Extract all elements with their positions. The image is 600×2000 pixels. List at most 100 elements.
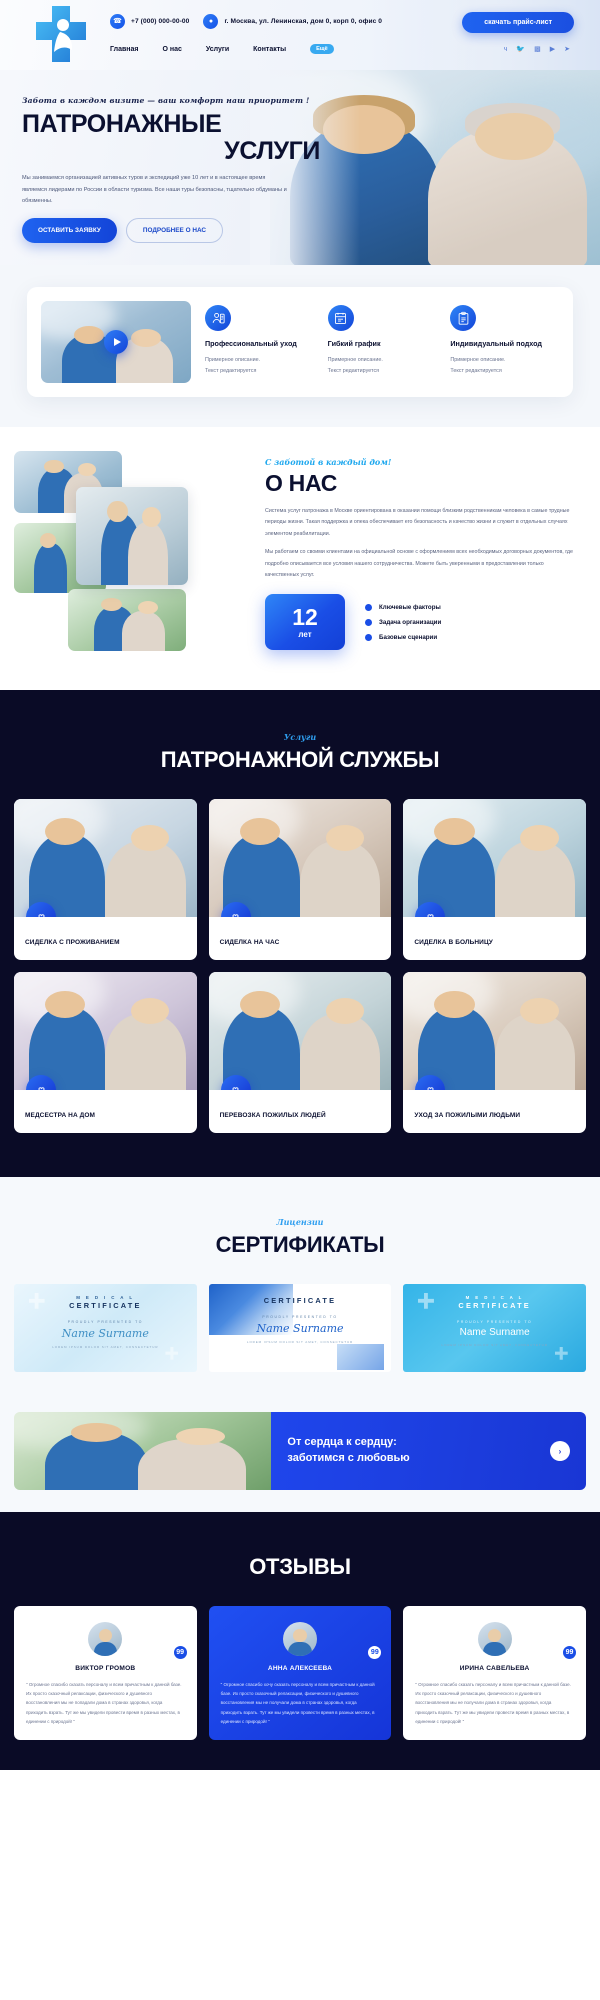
hero-title-line1: ПАТРОНАЖНЫЕ xyxy=(22,110,222,138)
bullet-label: Задача организации xyxy=(379,618,442,626)
certificate-sub: PROUDLY PRESENTED TO xyxy=(262,1315,338,1319)
social-links: ч 🐦 ▩ ▶ ➤ xyxy=(504,46,570,53)
feature-desc-line1: Примерное описание. xyxy=(327,357,383,364)
certificate-item[interactable]: M E D I C A L CERTIFICATE PROUDLY PRESEN… xyxy=(14,1284,197,1372)
nav-item-contacts[interactable]: Контакты xyxy=(253,46,286,53)
certificate-sub: PROUDLY PRESENTED TO xyxy=(457,1320,533,1324)
hero-actions: ОСТАВИТЬ ЗАЯВКУ ПОДРОБНЕЕ О НАС xyxy=(22,218,322,244)
calendar-schedule-icon xyxy=(327,305,354,331)
bullet-dot-icon xyxy=(365,618,372,626)
features-section: Профессиональный уход Примерное описание… xyxy=(0,265,600,427)
service-card-hourly-nurse[interactable]: СИДЕЛКА НА ЧАС xyxy=(208,799,392,960)
list-item: Базовые сценарии xyxy=(365,633,441,641)
review-author: ВИКТОР ГРОМОВ xyxy=(75,1665,136,1672)
play-button-icon[interactable] xyxy=(104,330,128,354)
feature-title: Профессиональный уход xyxy=(205,339,297,348)
cta-title: От сердца к сердцу: заботимся с любовью xyxy=(287,1435,409,1466)
about-paragraph-2: Мы работаем со своими клиентами на офици… xyxy=(265,549,573,578)
certificates-kicker: Лицензии xyxy=(276,1217,324,1227)
landing-page: ☎ +7 (000) 000-00-00 ● г. Москва, ул. Ле… xyxy=(0,0,600,1771)
certificate-kicker: M E D I C A L xyxy=(465,1295,524,1300)
clipboard-checklist-icon xyxy=(450,305,477,331)
chevron-right-icon[interactable]: › xyxy=(550,1441,570,1461)
certificate-item[interactable]: CERTIFICATE PROUDLY PRESENTED TO Name Su… xyxy=(208,1284,392,1372)
twitter-icon[interactable]: 🐦 xyxy=(516,46,525,53)
cta-photo xyxy=(14,1412,272,1490)
service-card-elderly-transport[interactable]: ПЕРЕВОЗКА ПОЖИЛЫХ ЛЮДЕЙ xyxy=(208,972,392,1133)
service-card-live-in-nurse[interactable]: СИДЕЛКА С ПРОЖИВАНИЕМ xyxy=(14,799,197,960)
phone-contact[interactable]: ☎ +7 (000) 000-00-00 xyxy=(110,14,189,29)
service-title: МЕДСЕСТРА НА ДОМ xyxy=(25,1112,96,1119)
site-header: ☎ +7 (000) 000-00-00 ● г. Москва, ул. Ле… xyxy=(0,0,600,70)
services-kicker: Услуги xyxy=(283,732,317,742)
address-text: г. Москва, ул. Ленинская, дом 0, корп 0,… xyxy=(224,18,383,25)
service-card-home-nurse[interactable]: МЕДСЕСТРА НА ДОМ xyxy=(14,972,197,1133)
main-navigation: Главная О нас Услуги Контакты Ещё xyxy=(110,44,334,54)
feature-desc-line1: Примерное описание. xyxy=(450,357,506,364)
cta-title-line2: заботимся с любовью xyxy=(287,1452,410,1464)
about-photo-gallery xyxy=(14,451,249,656)
nav-item-home[interactable]: Главная xyxy=(110,46,138,53)
about-paragraph-1: Система услуг патронажа в Москве ориенти… xyxy=(265,508,570,537)
certificates-grid: M E D I C A L CERTIFICATE PROUDLY PRESEN… xyxy=(14,1284,586,1372)
certificate-item[interactable]: M E D I C A L CERTIFICATE PROUDLY PRESEN… xyxy=(403,1284,586,1372)
certificate-sub: PROUDLY PRESENTED TO xyxy=(67,1320,143,1324)
submit-request-button[interactable]: ОСТАВИТЬ ЗАЯВКУ xyxy=(22,218,117,244)
instagram-icon[interactable]: ▩ xyxy=(534,46,541,53)
map-pin-icon: ● xyxy=(203,14,219,29)
avatar xyxy=(477,1622,512,1656)
feature-title: Индивидуальный подход xyxy=(450,339,542,348)
promo-video[interactable] xyxy=(41,301,191,383)
phone-icon: ☎ xyxy=(110,14,125,29)
certificate-heading: CERTIFICATE xyxy=(69,1301,142,1310)
years-number: 12 xyxy=(292,603,318,630)
service-card-hospital-nurse[interactable]: СИДЕЛКА В БОЛЬНИЦУ xyxy=(403,799,586,960)
telegram-icon[interactable]: ➤ xyxy=(564,46,570,53)
review-text: " Огромное спасибо хочу сказать персонал… xyxy=(220,1682,375,1724)
hero-section: Забота в каждом визите — ваш комфорт наш… xyxy=(0,70,600,265)
vk-icon[interactable]: ч xyxy=(504,46,508,53)
service-card-elderly-care[interactable]: УХОД ЗА ПОЖИЛЫМИ ЛЮДЬМИ xyxy=(403,972,586,1133)
learn-more-button[interactable]: ПОДРОБНЕЕ О НАС xyxy=(125,218,224,244)
medical-cross-logo[interactable] xyxy=(30,4,92,68)
certificate-heading: CERTIFICATE xyxy=(263,1296,337,1305)
page-title: ПАТРОНАЖНЫЕ УСЛУГИ xyxy=(22,111,322,164)
services-grid: СИДЕЛКА С ПРОЖИВАНИЕМ СИДЕЛКА НА ЧАС СИД… xyxy=(14,799,586,1133)
review-text: " Огромное спасибо сказать персоналу и в… xyxy=(26,1682,182,1724)
about-bullet-list: Ключевые факторы Задача организации Базо… xyxy=(365,603,442,641)
quote-icon: 99 xyxy=(368,1646,382,1659)
service-title: СИДЕЛКА В БОЛЬНИЦУ xyxy=(414,939,493,946)
certificate-heading: CERTIFICATE xyxy=(458,1301,531,1310)
quote-icon: 99 xyxy=(173,1646,187,1659)
feature-item-professional-care: Профессиональный уход Примерное описание… xyxy=(205,301,314,377)
service-title: УХОД ЗА ПОЖИЛЫМИ ЛЮДЬМИ xyxy=(414,1112,521,1119)
years-label: лет xyxy=(298,629,312,639)
years-badge: 12 лет xyxy=(265,594,345,651)
feature-desc-line2: Текст редактируется xyxy=(205,368,257,375)
youtube-icon[interactable]: ▶ xyxy=(550,46,555,53)
certificate-name: Name Surname xyxy=(459,1327,530,1338)
review-text: " Огромное спасибо сказать персоналу и в… xyxy=(415,1682,571,1724)
nav-item-about[interactable]: О нас xyxy=(162,46,181,53)
service-title: ПЕРЕВОЗКА ПОЖИЛЫХ ЛЮДЕЙ xyxy=(219,1112,326,1119)
certificates-title: СЕРТИФИКАТЫ xyxy=(215,1232,385,1257)
feature-item-individual-approach: Индивидуальный подход Примерное описание… xyxy=(450,301,559,377)
nav-more-button[interactable]: Ещё xyxy=(310,44,334,54)
about-photo-2 xyxy=(76,487,188,585)
download-price-button[interactable]: скачать прайс-лист xyxy=(462,12,574,33)
certificate-line: LOREM IPSUM DOLOR SIT AMET, CONSECTETUR xyxy=(52,1345,159,1349)
reviews-grid: 99 ВИКТОР ГРОМОВ " Огромное спасибо сказ… xyxy=(14,1606,586,1741)
feature-desc-line2: Текст редактируется xyxy=(327,368,380,375)
feature-desc-line2: Текст редактируется xyxy=(450,368,502,375)
certificate-name: Name Surname xyxy=(256,1322,344,1335)
list-item: Ключевые факторы xyxy=(365,603,441,611)
service-title: СИДЕЛКА С ПРОЖИВАНИЕМ xyxy=(25,939,120,946)
phone-number: +7 (000) 000-00-00 xyxy=(131,18,190,25)
about-photo-4 xyxy=(68,589,186,651)
cta-section: От сердца к сердцу: заботимся с любовью … xyxy=(0,1402,600,1512)
review-card: 99 ВИКТОР ГРОМОВ " Огромное спасибо сказ… xyxy=(14,1606,197,1741)
cta-content: От сердца к сердцу: заботимся с любовью … xyxy=(271,1412,586,1490)
address-contact[interactable]: ● г. Москва, ул. Ленинская, дом 0, корп … xyxy=(203,14,382,29)
bullet-dot-icon xyxy=(365,603,372,611)
nav-item-services[interactable]: Услуги xyxy=(206,46,229,53)
